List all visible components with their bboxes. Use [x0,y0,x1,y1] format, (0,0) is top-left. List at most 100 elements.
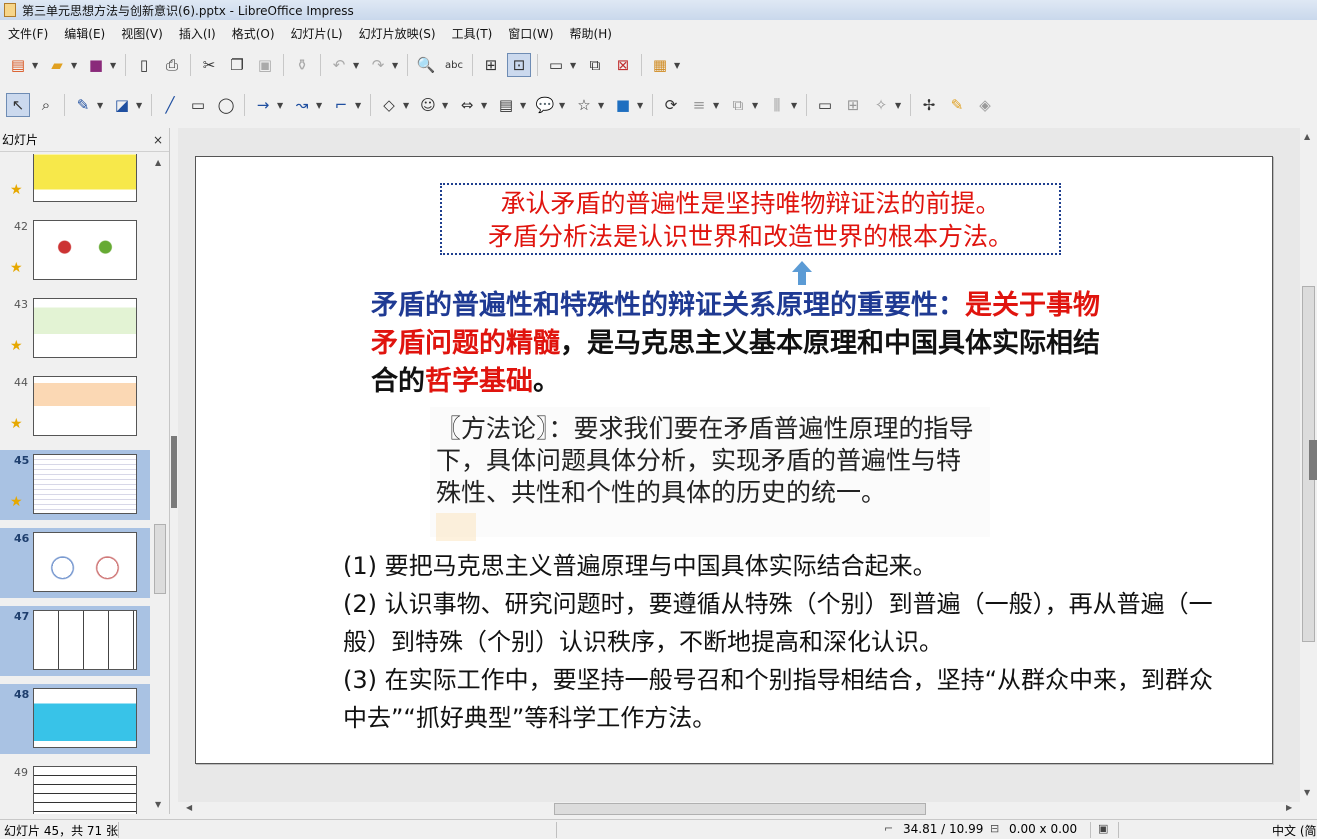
curve-tool-icon[interactable]: ↝ [290,93,314,117]
slide-thumbnail[interactable]: 46 [0,528,150,598]
line-color-dropdown-icon[interactable]: ▼ [97,101,105,110]
filter-icon[interactable]: ✧ [869,93,893,117]
block-arrows-icon[interactable]: ⇔ [455,93,479,117]
arrow-dropdown-icon[interactable]: ▼ [277,101,285,110]
slide-thumbnail[interactable]: 42 ★ [0,216,150,286]
fill-color-icon[interactable]: ◪ [110,93,134,117]
stars-icon[interactable]: ☆ [572,93,596,117]
open-folder-icon[interactable]: ▰ [45,53,69,77]
new-document-icon[interactable]: ▤ [6,53,30,77]
3d-objects-icon[interactable]: ■ [611,93,635,117]
align-dropdown-icon[interactable]: ▼ [713,101,721,110]
paste-icon[interactable]: ▣ [253,53,277,77]
document-modified-icon[interactable]: ▣ [1098,822,1108,835]
duplicate-slide-icon[interactable]: ⧉ [583,53,607,77]
print-icon[interactable]: ⎙ [160,53,184,77]
scrollbar-thumb[interactable] [154,524,166,594]
ellipse-tool-icon[interactable]: ◯ [214,93,238,117]
language-indicator[interactable]: 中文 (简 [1272,822,1317,839]
slide-thumbnail[interactable]: 44 ★ [0,372,150,442]
distribute-icon[interactable]: ⫼ [765,93,789,117]
flowchart-icon[interactable]: ▤ [494,93,518,117]
menu-format[interactable]: 格式(O) [224,25,283,42]
stars-dropdown-icon[interactable]: ▼ [598,101,606,110]
slide-thumbnail[interactable]: ★ [0,154,150,208]
scroll-left-icon[interactable]: ◀ [186,803,192,812]
layout-dropdown-icon[interactable]: ▼ [674,61,682,70]
slide-thumbnail[interactable]: 49 [0,762,150,814]
methodology-text[interactable]: 〖方法论〗：要求我们要在矛盾普遍性原理的指导下，具体问题具体分析，实现矛盾的普遍… [436,413,976,509]
basic-shapes-icon[interactable]: ◇ [377,93,401,117]
arrow-line-icon[interactable]: → [251,93,275,117]
rectangle-tool-icon[interactable]: ▭ [186,93,210,117]
menu-view[interactable]: 视图(V) [113,25,171,42]
display-grid-icon[interactable]: ⊞ [479,53,503,77]
save-dropdown-icon[interactable]: ▼ [110,61,118,70]
slide-thumbnail[interactable]: 47 [0,606,150,676]
clone-formatting-icon[interactable]: ⚱ [290,53,314,77]
shadow-icon[interactable]: ▭ [813,93,837,117]
new-slide-icon[interactable]: ▭ [544,53,568,77]
rotate-icon[interactable]: ⟳ [659,93,683,117]
requirements-list[interactable]: (1) 要把马克思主义普遍原理与中国具体实际结合起来。 (2) 认识事物、研究问… [343,547,1223,737]
menu-slide[interactable]: 幻灯片(L) [283,25,351,42]
scroll-down-icon[interactable]: ▼ [155,800,161,809]
points-edit-icon[interactable]: ✢ [917,93,941,117]
find-replace-icon[interactable]: 🔍 [414,53,438,77]
line-tool-icon[interactable]: ╱ [158,93,182,117]
line-color-icon[interactable]: ✎ [71,93,95,117]
new-slide-dropdown-icon[interactable]: ▼ [570,61,578,70]
connector-tool-icon[interactable]: ⌐ [329,93,353,117]
menu-edit[interactable]: 编辑(E) [56,25,113,42]
fill-color-dropdown-icon[interactable]: ▼ [136,101,144,110]
arrange-dropdown-icon[interactable]: ▼ [752,101,760,110]
slide-thumbnail[interactable]: 45 ★ [0,450,150,520]
toggle-extrusion-icon[interactable]: ◈ [973,93,997,117]
basic-shapes-dropdown-icon[interactable]: ▼ [403,101,411,110]
delete-slide-icon[interactable]: ⊠ [611,53,635,77]
cut-icon[interactable]: ✂ [197,53,221,77]
symbol-shapes-icon[interactable]: ☺ [416,93,440,117]
undo-dropdown-icon[interactable]: ▼ [353,61,361,70]
scroll-up-icon[interactable]: ▲ [1304,132,1310,141]
scroll-right-icon[interactable]: ▶ [1286,803,1292,812]
redo-dropdown-icon[interactable]: ▼ [392,61,400,70]
glue-points-icon[interactable]: ✎ [945,93,969,117]
connector-dropdown-icon[interactable]: ▼ [355,101,363,110]
current-slide[interactable]: 承认矛盾的普遍性是坚持唯物辩证法的前提。 矛盾分析法是认识世界和改造世界的根本方… [195,156,1273,764]
close-icon[interactable]: × [153,133,163,147]
scrollbar-thumb[interactable] [554,803,926,815]
open-dropdown-icon[interactable]: ▼ [71,61,79,70]
align-icon[interactable]: ≡ [687,93,711,117]
sidebar-collapse-handle[interactable] [1309,440,1317,480]
menu-slideshow[interactable]: 幻灯片放映(S) [351,25,444,42]
save-icon[interactable]: ■ [84,53,108,77]
copy-icon[interactable]: ❐ [225,53,249,77]
menu-tools[interactable]: 工具(T) [444,25,501,42]
arrange-icon[interactable]: ⧉ [726,93,750,117]
new-dropdown-icon[interactable]: ▼ [32,61,40,70]
select-arrow-icon[interactable]: ↖ [6,93,30,117]
principle-text[interactable]: 矛盾的普遍性和特殊性的辩证关系原理的重要性：是关于事物矛盾问题的精髓，是马克思主… [371,287,1111,401]
menu-window[interactable]: 窗口(W) [500,25,561,42]
slides-pane-scrollbar[interactable]: ▲ ▼ [152,154,168,814]
horizontal-scrollbar[interactable]: ◀ ▶ [178,802,1300,816]
crop-icon[interactable]: ⊞ [841,93,865,117]
filter-dropdown-icon[interactable]: ▼ [895,101,903,110]
menu-help[interactable]: 帮助(H) [562,25,620,42]
menu-file[interactable]: 文件(F) [0,25,56,42]
slide-thumbnail[interactable]: 48 [0,684,150,754]
flowchart-dropdown-icon[interactable]: ▼ [520,101,528,110]
spelling-icon[interactable]: abc [442,53,466,77]
3d-objects-dropdown-icon[interactable]: ▼ [637,101,645,110]
redo-icon[interactable]: ↷ [366,53,390,77]
pane-splitter-handle[interactable] [171,436,177,508]
curve-dropdown-icon[interactable]: ▼ [316,101,324,110]
callouts-dropdown-icon[interactable]: ▼ [559,101,567,110]
scroll-up-icon[interactable]: ▲ [155,158,161,167]
slide-thumbnail[interactable]: 43 ★ [0,294,150,364]
slide-layout-icon[interactable]: ▦ [648,53,672,77]
scroll-down-icon[interactable]: ▼ [1304,788,1310,797]
distribute-dropdown-icon[interactable]: ▼ [791,101,799,110]
export-pdf-icon[interactable]: ▯ [132,53,156,77]
